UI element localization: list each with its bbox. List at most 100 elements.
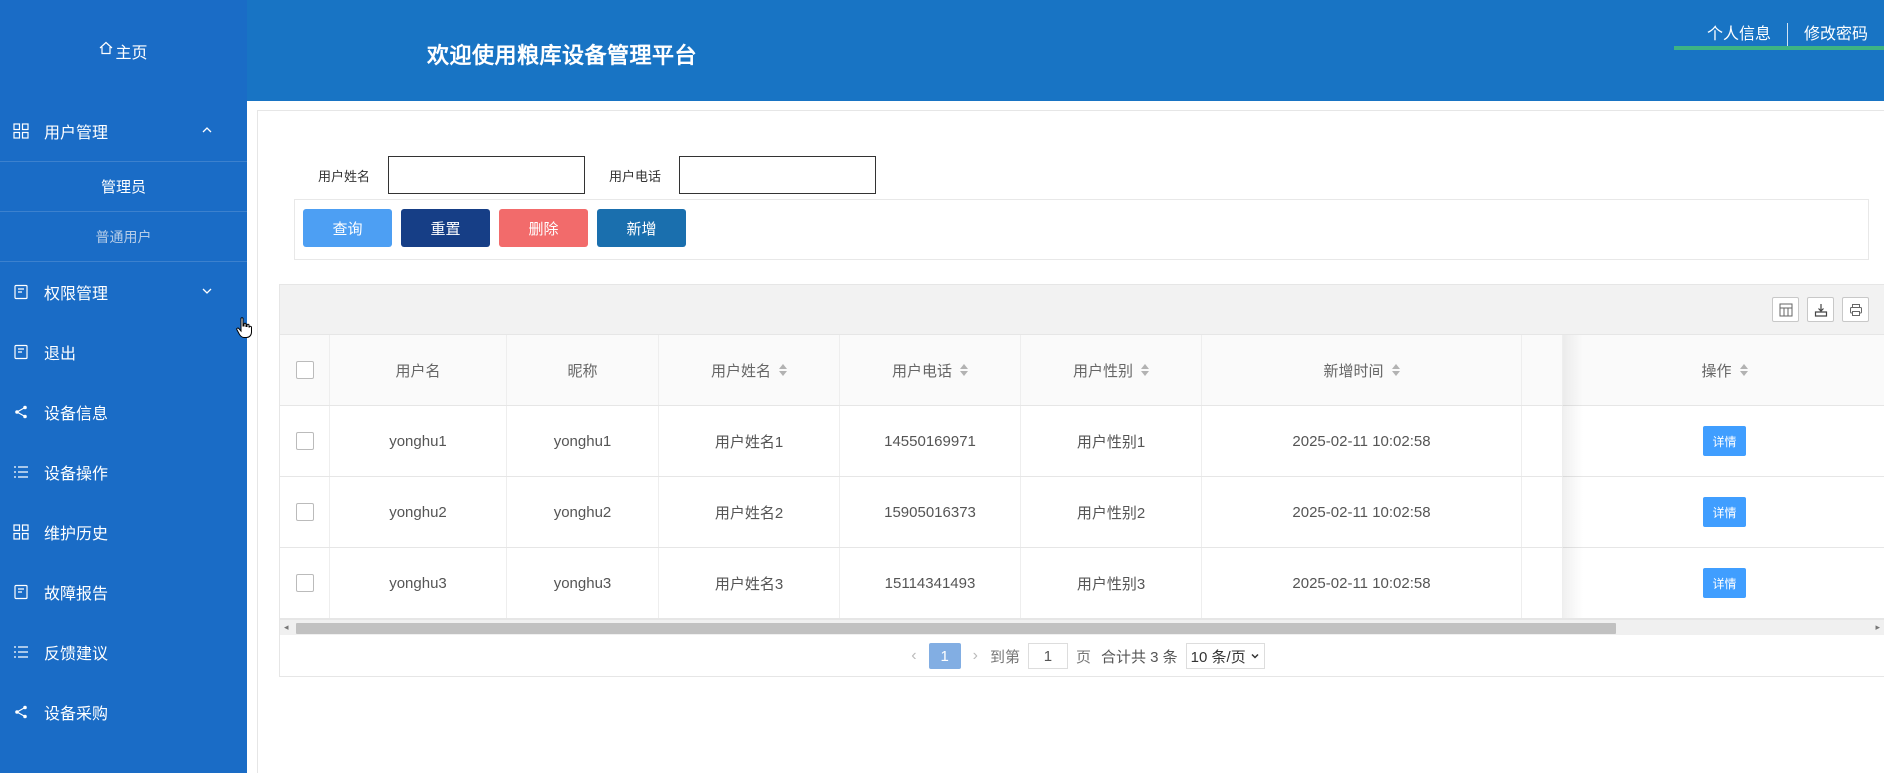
cell-nickname: yonghu1 — [507, 406, 659, 476]
sort-icon[interactable] — [960, 364, 968, 376]
grid-icon — [12, 122, 30, 140]
pagination: ‹ 1 › 到第 1 页 合计共 3 条 10 条/页 — [280, 635, 1884, 677]
row-select-cell — [280, 477, 330, 547]
cell-created: 2025-02-11 10:02:58 — [1202, 406, 1522, 476]
page-number-current[interactable]: 1 — [928, 643, 961, 669]
column-header-phone[interactable]: 用户电话 — [840, 335, 1021, 405]
submenu-user-management: 管理员 普通用户 — [0, 161, 247, 262]
sidebar-item-maintenance-history[interactable]: 维护历史 — [0, 502, 247, 562]
search-form: 用户姓名 用户电话 — [318, 156, 900, 194]
select-all-checkbox[interactable] — [295, 361, 314, 379]
cell-spacer — [1522, 548, 1563, 618]
top-header: 主页 欢迎使用粮库设备管理平台 个人信息 修改密码 — [0, 0, 1884, 101]
home-icon — [99, 41, 115, 60]
sidebar-item-label: 反馈建议 — [44, 646, 109, 663]
scrollbar-thumb[interactable] — [296, 623, 1616, 634]
sidebar-item-label: 设备采购 — [44, 706, 109, 723]
share-icon — [12, 703, 30, 721]
detail-button[interactable]: 详情 — [1703, 497, 1746, 527]
cell-username: yonghu2 — [330, 477, 507, 547]
next-page-icon[interactable]: › — [973, 647, 978, 665]
sidebar-item-label: 权限管理 — [44, 286, 109, 303]
cell-username: yonghu3 — [330, 548, 507, 618]
sort-icon[interactable] — [1739, 364, 1748, 376]
sidebar: 用户管理 管理员 普通用户 权限管理 退出 设备信息 设备操作 维护历史 故障报… — [0, 101, 247, 773]
profile-link[interactable]: 个人信息 — [1691, 22, 1787, 48]
delete-button[interactable]: 删除 — [499, 209, 588, 247]
column-header-gender[interactable]: 用户性别 — [1021, 335, 1202, 405]
chevron-down-icon — [1251, 653, 1259, 659]
cell-action: 详情 — [1563, 477, 1884, 547]
export-icon[interactable] — [1807, 297, 1834, 322]
column-header-action[interactable]: 操作 — [1563, 335, 1884, 405]
user-name-input[interactable] — [388, 156, 586, 194]
add-button[interactable]: 新增 — [597, 209, 686, 247]
change-password-link[interactable]: 修改密码 — [1788, 22, 1884, 48]
user-name-label: 用户姓名 — [318, 168, 371, 184]
cell-spacer — [1522, 406, 1563, 476]
sidebar-item-label: 维护历史 — [44, 526, 109, 543]
reset-button[interactable]: 重置 — [401, 209, 490, 247]
print-icon[interactable] — [1842, 297, 1869, 322]
page-size-value: 10 条/页 — [1190, 648, 1246, 666]
sidebar-item-label: 设备操作 — [44, 466, 109, 483]
sidebar-item-logout[interactable]: 退出 — [0, 322, 247, 382]
sidebar-item-user-management[interactable]: 用户管理 — [0, 101, 247, 161]
detail-button[interactable]: 详情 — [1703, 426, 1746, 456]
sort-icon[interactable] — [1141, 364, 1149, 376]
scroll-right-arrow-icon[interactable]: ▸ — [1875, 622, 1880, 633]
column-header-username: 用户名 — [330, 335, 507, 405]
page-unit-label: 页 — [1075, 648, 1091, 666]
fixed-column-shadow — [1563, 335, 1583, 618]
sidebar-item-device-operation[interactable]: 设备操作 — [0, 442, 247, 502]
sidebar-item-fault-report[interactable]: 故障报告 — [0, 562, 247, 622]
table-toolbar — [280, 285, 1884, 335]
sidebar-item-device-purchase[interactable]: 设备采购 — [0, 682, 247, 742]
site-title: 欢迎使用粮库设备管理平台 — [427, 43, 698, 68]
sidebar-item-feedback[interactable]: 反馈建议 — [0, 622, 247, 682]
sort-icon[interactable] — [779, 364, 787, 376]
sidebar-item-permission[interactable]: 权限管理 — [0, 262, 247, 322]
sidebar-item-device-info[interactable]: 设备信息 — [0, 382, 247, 442]
column-header-nickname: 昵称 — [507, 335, 659, 405]
horizontal-scrollbar[interactable]: ◂ ▸ — [280, 619, 1884, 635]
home-link[interactable]: 主页 — [0, 0, 247, 101]
cell-username: yonghu1 — [330, 406, 507, 476]
scroll-left-arrow-icon[interactable]: ◂ — [284, 622, 289, 633]
hand-cursor-icon — [236, 317, 252, 344]
row-checkbox[interactable] — [295, 432, 314, 450]
goto-label: 到第 — [989, 648, 1020, 666]
cell-created: 2025-02-11 10:02:58 — [1202, 477, 1522, 547]
detail-button[interactable]: 详情 — [1703, 568, 1746, 598]
row-select-cell — [280, 406, 330, 476]
home-label: 主页 — [115, 44, 148, 62]
total-count: 合计共 3 条 — [1100, 648, 1178, 666]
top-links: 个人信息 修改密码 — [1691, 22, 1884, 48]
cell-phone: 14550169971 — [840, 406, 1021, 476]
row-checkbox[interactable] — [295, 503, 314, 521]
list-icon — [12, 643, 30, 661]
sort-icon[interactable] — [1391, 364, 1400, 376]
row-checkbox[interactable] — [295, 574, 314, 592]
sidebar-subitem-admin[interactable]: 管理员 — [0, 162, 247, 212]
user-phone-input[interactable] — [679, 156, 877, 194]
cell-nickname: yonghu3 — [507, 548, 659, 618]
column-header-created[interactable]: 新增时间 — [1202, 335, 1522, 405]
goto-page-input[interactable]: 1 — [1027, 643, 1068, 669]
divider — [1786, 23, 1788, 47]
sidebar-subitem-normal-user[interactable]: 普通用户 — [0, 212, 247, 262]
sidebar-item-label: 故障报告 — [44, 586, 109, 603]
query-button[interactable]: 查询 — [303, 209, 392, 247]
table-header: 用户名 昵称 用户姓名 用户电话 用户性别 新增时间 操作 — [280, 335, 1884, 406]
sidebar-item-label: 退出 — [44, 346, 77, 363]
action-bar: 查询 重置 删除 新增 — [294, 199, 1869, 260]
prev-page-icon[interactable]: ‹ — [911, 647, 916, 665]
column-header-realname[interactable]: 用户姓名 — [659, 335, 840, 405]
grid-icon — [12, 523, 30, 541]
cell-gender: 用户性别1 — [1021, 406, 1202, 476]
sidebar-item-label: 用户管理 — [44, 125, 109, 142]
cell-phone: 15905016373 — [840, 477, 1021, 547]
columns-filter-icon[interactable] — [1772, 297, 1799, 322]
cell-action: 详情 — [1563, 406, 1884, 476]
page-size-select[interactable]: 10 条/页 — [1185, 643, 1265, 669]
